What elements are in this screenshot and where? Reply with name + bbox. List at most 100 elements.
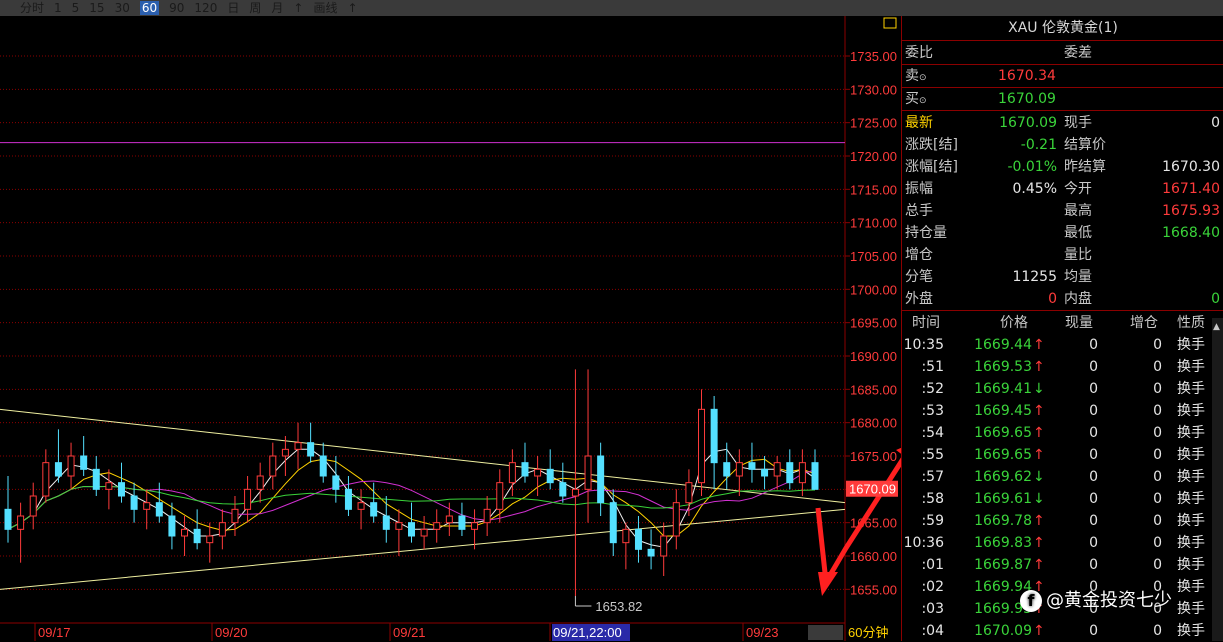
period-item[interactable]: ↑ <box>293 1 303 15</box>
candle-body <box>269 455 277 477</box>
tick-oi-change: 0 <box>1153 557 1162 573</box>
candle-body <box>294 442 302 450</box>
period-item[interactable]: 90 <box>169 1 184 15</box>
period-item[interactable]: 1 <box>54 1 62 15</box>
tick-volume: 0 <box>1089 381 1098 397</box>
candle-body <box>256 475 264 490</box>
tick-row: :53 1669.45 ↑ 0 0 换手 <box>902 400 1223 422</box>
candle-body <box>370 502 378 517</box>
candle-body <box>433 522 441 530</box>
tick-volume: 0 <box>1089 513 1098 529</box>
y-tick-label: 1735.00 <box>850 49 897 64</box>
candle-body <box>634 528 642 550</box>
tick-volume: 0 <box>1089 359 1098 375</box>
tick-price: 1669.53 <box>974 359 1032 375</box>
tick-direction: ↑ <box>1033 447 1045 463</box>
candle-body <box>761 468 769 477</box>
candle-body <box>660 535 668 557</box>
quote-label: 内盘 <box>1064 291 1092 307</box>
tick-direction: ↑ <box>1033 425 1045 441</box>
watermark-text: @黄金投资七少 <box>1046 590 1172 611</box>
quote-label: 增仓 <box>905 247 933 263</box>
quote-value: 1668.40 <box>1162 225 1220 241</box>
quote-label: 最低 <box>1064 225 1092 241</box>
tick-price: 1669.44 <box>974 337 1032 353</box>
candle-body <box>508 462 516 484</box>
candle-body <box>584 455 592 490</box>
tick-oi-change: 0 <box>1153 513 1162 529</box>
tick-time: 10:35 <box>903 337 944 353</box>
quote-value: -0.21 <box>1020 137 1057 153</box>
tick-oi-change: 0 <box>1153 359 1162 375</box>
symbol-title: XAU 伦敦黄金(1) <box>902 16 1223 41</box>
tick-oi-change: 0 <box>1153 337 1162 353</box>
quote-value <box>1122 134 1220 156</box>
candle-body <box>597 455 605 504</box>
tick-row: 10:35 1669.44 ↑ 0 0 换手 <box>902 334 1223 356</box>
candle-body <box>193 528 201 544</box>
quote-value: 1675.93 <box>1162 203 1220 219</box>
period-item[interactable]: 周 <box>249 1 261 15</box>
quote-value: 1671.40 <box>1162 181 1220 197</box>
tick-nature: 换手 <box>1177 513 1205 529</box>
tick-nature: 换手 <box>1177 447 1205 463</box>
ticks-header: 时间 价格 现量 增仓 性质 <box>902 312 1223 334</box>
candle-body <box>105 482 113 490</box>
period-item[interactable]: 120 <box>194 1 217 15</box>
tick-time: :52 <box>921 381 944 397</box>
tick-price: 1669.78 <box>974 513 1032 529</box>
quote-panel: XAU 伦敦黄金(1) 委比 委差 卖⊙ 1670.34 买⊙ 1670.09 … <box>901 16 1223 641</box>
candle-body <box>29 495 37 517</box>
quote-value: 0.45% <box>1012 181 1057 197</box>
candle-body <box>17 515 25 530</box>
ticks-header-cell: 价格 <box>1000 315 1028 331</box>
candle-body <box>218 522 226 537</box>
quote-label: 分笔 <box>905 269 933 285</box>
quote-value: 0 <box>1211 115 1220 131</box>
period-item[interactable]: 日 <box>227 1 239 15</box>
tick-time: :58 <box>921 491 944 507</box>
y-tick-label: 1720.00 <box>850 149 897 164</box>
y-tick-label: 1655.00 <box>850 582 897 597</box>
y-tick-label: 1705.00 <box>850 249 897 264</box>
x-tick-label: 09/21,22:00 <box>553 625 622 640</box>
candle-body <box>735 462 743 477</box>
tick-direction: ↑ <box>1033 535 1045 551</box>
tick-time: :54 <box>921 425 944 441</box>
candle-body <box>773 462 781 477</box>
tick-oi-change: 0 <box>1153 403 1162 419</box>
y-tick-label: 1660.00 <box>850 549 897 564</box>
tick-volume: 0 <box>1089 469 1098 485</box>
candle-body <box>521 462 529 477</box>
tick-direction: ↑ <box>1033 359 1045 375</box>
tick-scrollbar[interactable] <box>1212 318 1223 641</box>
period-item[interactable]: 分时 <box>20 1 44 15</box>
ticks-header-cell: 增仓 <box>1130 315 1158 331</box>
tick-time: :55 <box>921 447 944 463</box>
tick-nature: 换手 <box>1177 403 1205 419</box>
y-tick-label: 1680.00 <box>850 416 897 431</box>
candle-body <box>155 502 163 517</box>
period-item[interactable]: 月 <box>271 1 283 15</box>
period-item[interactable]: 30 <box>115 1 130 15</box>
tick-time: 10:36 <box>903 535 944 551</box>
period-item[interactable]: 画线 <box>313 1 337 15</box>
quote-label: 均量 <box>1064 269 1092 285</box>
candle-body <box>231 508 239 524</box>
quote-label: 量比 <box>1064 247 1092 263</box>
tick-price: 1669.41 <box>974 381 1032 397</box>
period-item[interactable]: ↑ <box>347 1 357 15</box>
period-item[interactable]: 15 <box>89 1 104 15</box>
scroll-up-icon[interactable]: ▲ <box>1213 322 1220 332</box>
quote-value: 11255 <box>1012 269 1057 285</box>
candle-body <box>798 462 806 484</box>
tick-volume: 0 <box>1089 403 1098 419</box>
tick-row: :04 1670.09 ↑ 0 0 换手 <box>902 620 1223 642</box>
tick-price: 1669.45 <box>974 403 1032 419</box>
candlestick-chart[interactable]: 1735.00 1730.00 1725.00 1720.00 1715.00 1710.… <box>0 16 901 641</box>
y-tick-label: 1700.00 <box>850 282 897 297</box>
tick-volume: 0 <box>1089 447 1098 463</box>
period-item[interactable]: 60 <box>139 1 160 15</box>
tick-nature: 换手 <box>1177 579 1205 595</box>
period-item[interactable]: 5 <box>72 1 80 15</box>
